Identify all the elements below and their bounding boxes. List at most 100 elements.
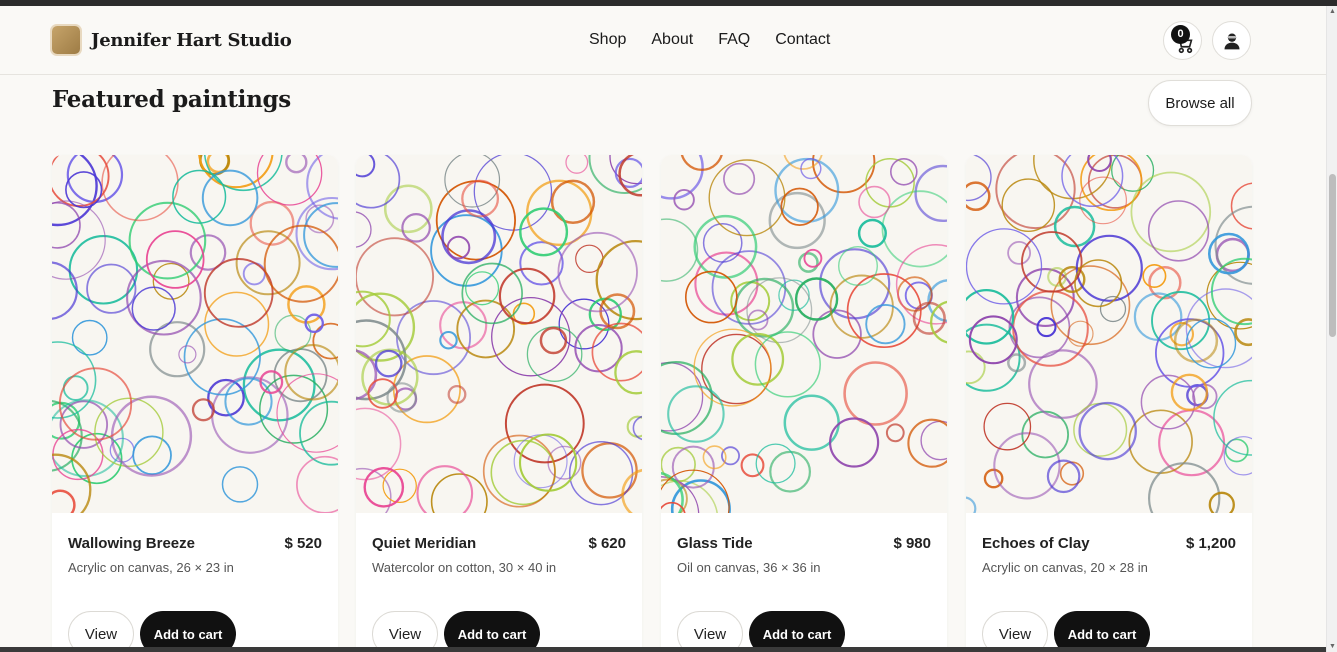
art-circle	[306, 155, 338, 220]
scroll-up-icon[interactable]: ▲	[1329, 8, 1336, 15]
add-to-cart-button[interactable]: Add to cart	[1054, 611, 1150, 652]
add-to-cart-button[interactable]: Add to cart	[749, 611, 845, 652]
product-card: Echoes of Clay $ 1,200 Acrylic on canvas…	[966, 155, 1252, 652]
art-circle	[843, 361, 908, 426]
art-circle	[52, 155, 98, 227]
art-circle	[242, 262, 266, 286]
product-title[interactable]: Quiet Meridian	[372, 535, 476, 552]
art-circle	[968, 315, 1018, 365]
art-circle	[201, 169, 259, 227]
art-circle	[152, 262, 190, 300]
product-medium: Acrylic on canvas, 26 × 23 in	[68, 560, 234, 575]
art-circle	[52, 489, 76, 513]
browse-all-button[interactable]: Browse all	[1148, 80, 1252, 126]
cart-count-badge: 0	[1171, 25, 1190, 44]
logo-icon[interactable]	[52, 26, 80, 54]
art-circle	[803, 248, 823, 268]
painting-image[interactable]	[52, 155, 338, 513]
art-circle	[299, 400, 338, 466]
art-circle	[1208, 491, 1235, 513]
art-circle	[1173, 318, 1219, 363]
art-circle	[101, 155, 179, 222]
art-circle	[829, 417, 880, 468]
nav-faq[interactable]: FAQ	[718, 31, 750, 49]
art-circle	[172, 169, 227, 224]
art-circle	[356, 155, 376, 178]
art-circle	[966, 228, 1043, 305]
art-circle	[439, 301, 488, 350]
painting-image[interactable]	[356, 155, 642, 513]
art-circle	[1130, 171, 1212, 253]
art-circle	[52, 261, 78, 320]
product-medium: Acrylic on canvas, 20 × 28 in	[982, 560, 1148, 575]
product-price: $ 980	[893, 535, 931, 552]
user-button[interactable]	[1212, 21, 1251, 60]
art-circle	[539, 326, 568, 355]
art-circle	[723, 162, 756, 195]
nav-contact[interactable]: Contact	[775, 31, 830, 49]
art-circle	[667, 385, 725, 443]
site-header: Jennifer Hart Studio Shop About FAQ Cont…	[0, 6, 1326, 75]
art-circle	[1142, 264, 1167, 289]
art-circle	[374, 349, 403, 378]
painting-image[interactable]	[966, 155, 1252, 513]
art-circle	[249, 200, 295, 246]
art-circle	[993, 432, 1061, 500]
product-card: Wallowing Breeze $ 520 Acrylic on canvas…	[52, 155, 338, 652]
art-circle	[920, 420, 947, 461]
art-circle	[285, 155, 308, 174]
art-circle	[1170, 373, 1209, 412]
art-circle	[461, 262, 523, 325]
art-circle	[865, 303, 906, 345]
view-button[interactable]: View	[372, 611, 438, 652]
add-to-cart-button[interactable]: Add to cart	[444, 611, 540, 652]
scroll-down-icon[interactable]: ▼	[1329, 643, 1336, 650]
view-button[interactable]: View	[982, 611, 1048, 652]
product-title[interactable]: Glass Tide	[677, 535, 753, 552]
art-circle	[178, 345, 197, 364]
view-button[interactable]: View	[68, 611, 134, 652]
page-scrollbar[interactable]: ▲ ▼	[1326, 6, 1337, 652]
painting-image[interactable]	[661, 155, 947, 513]
art-circle	[966, 181, 991, 212]
art-circle	[356, 237, 435, 317]
scroll-thumb[interactable]	[1329, 174, 1336, 337]
art-circle	[263, 224, 338, 303]
art-circle	[259, 370, 284, 395]
art-circle	[895, 243, 947, 325]
brand-name[interactable]: Jennifer Hart Studio	[91, 30, 292, 51]
art-circle	[439, 330, 458, 350]
product-medium: Oil on canvas, 36 × 36 in	[677, 560, 821, 575]
art-circle	[693, 328, 772, 407]
nav-shop[interactable]: Shop	[589, 31, 626, 49]
art-circle	[881, 190, 947, 268]
art-circle	[312, 322, 338, 360]
art-circle	[131, 286, 176, 331]
cart-button[interactable]: 0	[1163, 21, 1202, 60]
product-price: $ 620	[588, 535, 626, 552]
art-circle	[356, 211, 372, 248]
main-nav: Shop About FAQ Contact	[589, 31, 830, 49]
art-circle	[447, 384, 467, 404]
product-price: $ 520	[284, 535, 322, 552]
art-circle	[1073, 402, 1128, 457]
art-circle	[798, 252, 819, 273]
art-circle	[966, 496, 977, 513]
view-button[interactable]: View	[677, 611, 743, 652]
art-circle	[473, 155, 553, 231]
art-circle	[71, 319, 108, 356]
nav-about[interactable]: About	[651, 31, 693, 49]
art-circle	[498, 267, 556, 325]
art-circle	[857, 218, 887, 248]
art-circle	[661, 218, 699, 282]
product-title[interactable]: Echoes of Clay	[982, 535, 1090, 552]
product-card: Glass Tide $ 980 Oil on canvas, 36 × 36 …	[661, 155, 947, 652]
product-title[interactable]: Wallowing Breeze	[68, 535, 195, 552]
art-circle	[885, 423, 905, 443]
art-circle	[356, 155, 401, 209]
art-circle	[145, 230, 205, 289]
add-to-cart-button[interactable]: Add to cart	[140, 611, 236, 652]
section-title: Featured paintings	[52, 86, 291, 113]
art-circle	[684, 270, 738, 324]
art-circle	[1147, 200, 1210, 262]
